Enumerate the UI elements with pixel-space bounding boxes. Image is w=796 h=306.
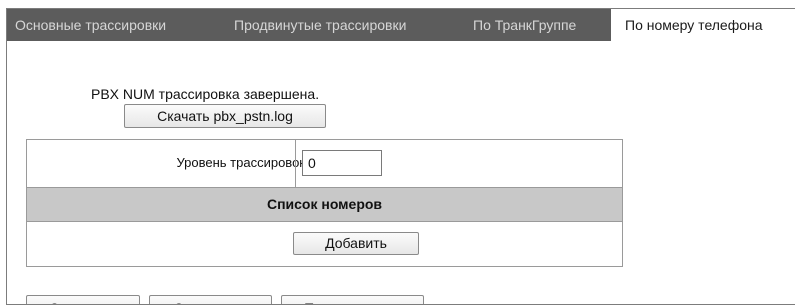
restart-button[interactable]: Перезапустить [281, 295, 424, 304]
tab-bar: Основные трассировки Продвинутые трассир… [7, 9, 795, 42]
trace-panel: Основные трассировки Продвинутые трассир… [6, 8, 795, 305]
numbers-list-add-row: Добавить [27, 222, 622, 266]
add-number-button[interactable]: Добавить [293, 232, 419, 255]
download-log-button[interactable]: Скачать pbx_pstn.log [124, 104, 326, 128]
trace-level-row: Уровень трассировок [27, 140, 622, 188]
tab-content: PBX NUM трассировка завершена. Скачать p… [7, 41, 795, 304]
tab-basic-traces[interactable]: Основные трассировки [15, 9, 166, 41]
stop-button[interactable]: Завершить [149, 295, 272, 304]
tab-by-trunk-group[interactable]: По ТранкГруппе [473, 9, 576, 41]
trace-settings-table: Уровень трассировок Список номеров Добав… [26, 139, 623, 267]
cell-divider [295, 140, 296, 187]
tab-by-phone-number[interactable]: По номеру телефона [611, 9, 795, 42]
tab-advanced-traces[interactable]: Продвинутые трассировки [234, 9, 406, 41]
trace-level-label: Уровень трассировок [176, 155, 305, 170]
start-button[interactable]: Запустить [26, 295, 140, 304]
trace-status-message: PBX NUM трассировка завершена. [91, 86, 320, 102]
trace-level-input[interactable] [302, 150, 382, 176]
numbers-list-header: Список номеров [27, 188, 622, 222]
